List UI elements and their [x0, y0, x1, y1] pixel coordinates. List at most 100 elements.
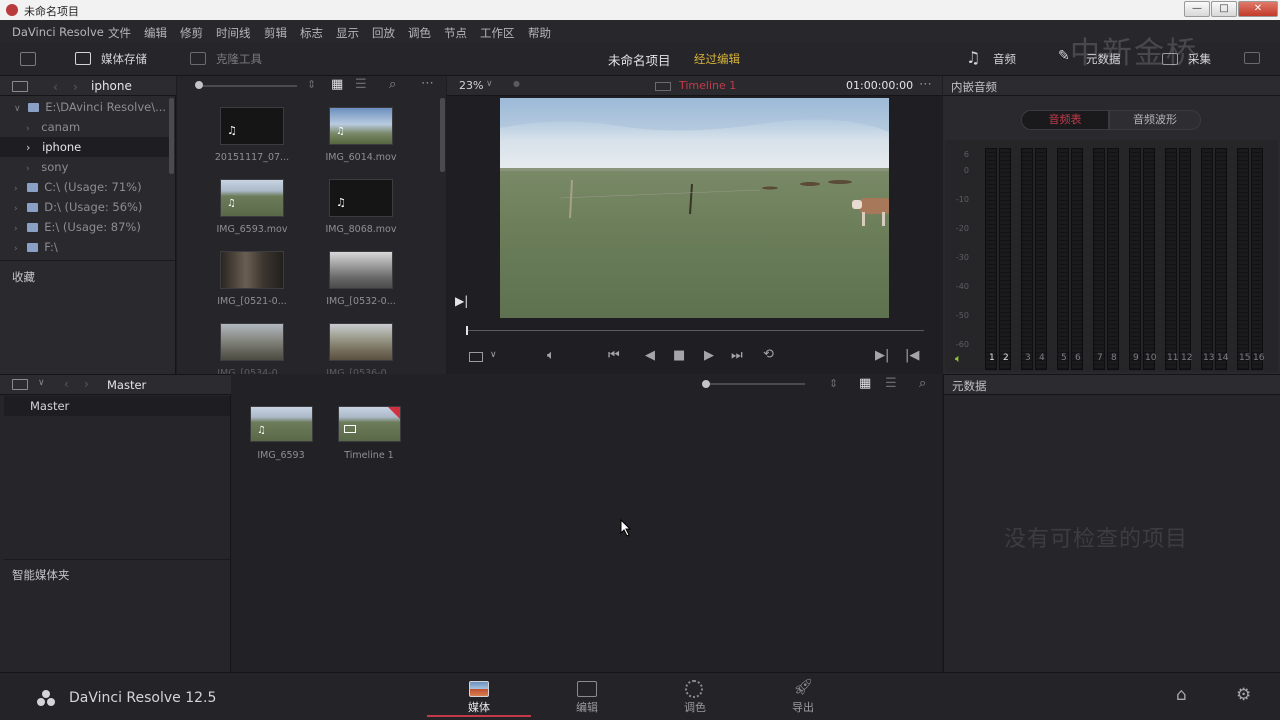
page-edit[interactable]: 编辑 [535, 673, 639, 717]
bin-item-master[interactable]: Master [4, 396, 230, 416]
metadata-header [944, 374, 1280, 395]
jump-end-icon[interactable]: ⏭ [731, 348, 743, 363]
tab-audio-meters[interactable]: 音频表 [1021, 110, 1109, 130]
maximize-button[interactable]: □ [1211, 1, 1237, 17]
stop-icon[interactable]: ■ [673, 348, 685, 363]
disk-icon [28, 103, 40, 112]
slider-handle[interactable] [702, 380, 710, 388]
clip-thumb-audio-2[interactable]: ♫ [329, 179, 393, 217]
scrubber-track[interactable] [467, 330, 924, 331]
clip-thumb-room[interactable] [220, 251, 284, 289]
speaker-icon[interactable]: 🔈︎ [955, 352, 962, 366]
home-icon[interactable]: ⌂ [1176, 685, 1187, 705]
audio-icon[interactable]: ♫ [966, 48, 980, 67]
zoom-level[interactable]: 23% [459, 79, 483, 92]
menu-view[interactable]: 显示 [336, 25, 359, 41]
tree-item-d-drive[interactable]: › D:\ (Usage: 56%) [0, 197, 170, 217]
clip-thumb-sky[interactable]: ♫ [329, 107, 393, 145]
page-media[interactable]: 媒体 [427, 673, 531, 717]
jump-start-icon[interactable]: ⏮ [608, 348, 620, 363]
tree-item-f-drive[interactable]: › F:\ [0, 237, 170, 257]
bin-thumb-size-slider[interactable] [705, 383, 805, 385]
clone-tool-button[interactable]: 克隆工具 [216, 51, 262, 67]
search-icon[interactable]: ⌕ [919, 376, 926, 391]
clip-thumb-ruins[interactable] [220, 323, 284, 361]
bin-clip-img-6593[interactable]: ♫ [250, 406, 313, 442]
fullscreen-icon[interactable] [1244, 52, 1260, 64]
browser-scrollbar[interactable] [440, 98, 445, 172]
chevron-down-icon[interactable]: ∨ [490, 350, 497, 360]
loop-icon[interactable]: ⟲ [763, 347, 774, 362]
tree-item-canam[interactable]: › canam [0, 117, 170, 137]
tab-audio-waveform[interactable]: 音频波形 [1109, 110, 1201, 130]
menu-playback[interactable]: 回放 [372, 25, 395, 41]
tree-item-iphone[interactable]: › iphone [0, 137, 170, 157]
mark-in-icon[interactable]: ▶| [875, 348, 889, 363]
sort-icon[interactable]: ⇕ [829, 377, 838, 390]
page-color[interactable]: 调色 [643, 673, 747, 717]
grid-view-icon[interactable]: ▦ [331, 77, 343, 92]
next-frame-icon[interactable]: ▶| [455, 294, 468, 308]
close-button[interactable]: ✕ [1238, 1, 1278, 17]
menu-color[interactable]: 调色 [408, 25, 431, 41]
davinci-logo-icon [36, 689, 56, 707]
video-frame[interactable] [500, 98, 889, 318]
bin-timeline-1[interactable] [338, 406, 401, 442]
menu-workspace[interactable]: 工作区 [480, 25, 515, 41]
clone-tool-icon[interactable] [190, 52, 206, 65]
audio-button[interactable]: 音频 [993, 51, 1016, 67]
clip-thumb-audio-1[interactable]: ♫ [220, 107, 284, 145]
play-reverse-icon[interactable]: ◀ [645, 348, 655, 363]
menu-trim[interactable]: 修剪 [180, 25, 203, 41]
bin-list-toggle-icon[interactable] [12, 379, 28, 390]
audio-note-icon: ♫ [336, 196, 346, 209]
list-view-icon[interactable]: ☰ [355, 77, 367, 92]
back-arrow-icon[interactable]: ‹ [53, 80, 58, 94]
menu-help[interactable]: 帮助 [528, 25, 551, 41]
menu-edit[interactable]: 编辑 [144, 25, 167, 41]
list-view-icon[interactable]: ☰ [885, 376, 897, 391]
forward-arrow-icon[interactable]: › [84, 377, 89, 391]
mark-out-icon[interactable]: |◀ [905, 348, 919, 363]
tree-item-e-drive[interactable]: › E:\ (Usage: 87%) [0, 217, 170, 237]
minimize-button[interactable]: — [1184, 1, 1210, 17]
menu-mark[interactable]: 标志 [300, 25, 323, 41]
page-deliver[interactable]: 🚀︎ 导出 [751, 673, 855, 717]
thumbnail-size-slider[interactable] [197, 85, 297, 87]
panel-toggle-icon[interactable] [20, 52, 36, 66]
menu-davinci[interactable]: DaVinci Resolve [12, 25, 104, 39]
slider-handle[interactable] [195, 81, 203, 89]
chevron-down-icon[interactable]: ∨ [486, 79, 493, 89]
forward-arrow-icon[interactable]: › [73, 80, 78, 94]
meter-scale-label: -30 [955, 253, 969, 262]
meter-scale-label: -20 [955, 224, 969, 233]
clip-thumb-field[interactable]: ♫ [220, 179, 284, 217]
media-storage-icon[interactable] [75, 52, 91, 65]
back-arrow-icon[interactable]: ‹ [64, 377, 69, 391]
viewer-options-icon[interactable]: ⋯ [919, 77, 932, 92]
menu-nodes[interactable]: 节点 [444, 25, 467, 41]
search-icon[interactable]: ⌕ [389, 77, 396, 92]
tree-item-c-drive[interactable]: › C:\ (Usage: 71%) [0, 177, 170, 197]
clip-thumb-road[interactable] [329, 323, 393, 361]
metadata-icon[interactable]: ✎ [1058, 48, 1070, 64]
gear-icon[interactable]: ⚙ [1236, 685, 1251, 705]
tree-item-sony[interactable]: › sony [0, 157, 170, 177]
play-icon[interactable]: ▶ [704, 348, 714, 363]
playhead[interactable] [466, 326, 468, 335]
tree-item-e-davinci[interactable]: ∨ E:\DAvinci Resolve\... [0, 97, 170, 117]
more-options-icon[interactable]: ⋯ [421, 76, 434, 91]
tree-scrollbar[interactable] [169, 98, 174, 174]
grid-view-icon[interactable]: ▦ [859, 376, 871, 391]
menu-clip[interactable]: 剪辑 [264, 25, 287, 41]
chevron-down-icon[interactable]: ∨ [38, 378, 45, 388]
menu-file[interactable]: 文件 [108, 25, 131, 41]
clip-thumb-bw[interactable] [329, 251, 393, 289]
media-storage-button[interactable]: 媒体存储 [101, 51, 147, 67]
chevron-right-icon: › [26, 164, 30, 174]
viewer-mode-icon[interactable] [469, 352, 483, 362]
menu-timeline[interactable]: 时间线 [216, 25, 251, 41]
volume-icon[interactable]: 🔈︎ [547, 348, 555, 363]
current-folder-name: iphone [91, 79, 132, 93]
sort-icon[interactable]: ⇕ [307, 78, 316, 91]
